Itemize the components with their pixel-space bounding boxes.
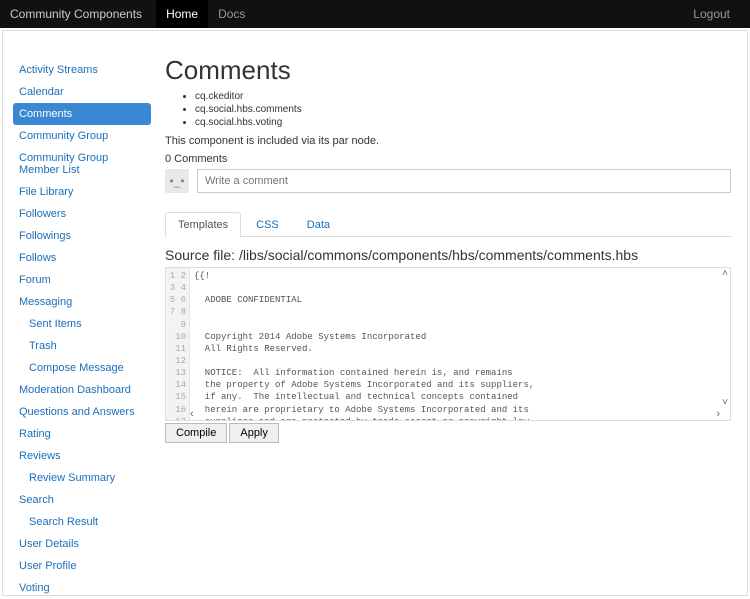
sidebar: Activity StreamsCalendarCommentsCommunit… [13,41,151,585]
apply-button[interactable]: Apply [229,423,279,443]
sidebar-item-voting[interactable]: Voting [13,577,151,599]
page-title: Comments [165,55,731,86]
sidebar-item-community-group[interactable]: Community Group [13,125,151,147]
avatar: •_• [165,169,189,193]
sidebar-item-user-details[interactable]: User Details [13,533,151,555]
sidebar-item-rating[interactable]: Rating [13,423,151,445]
source-file-path: /libs/social/commons/components/hbs/comm… [239,247,638,263]
sidebar-item-sent-items[interactable]: Sent Items [13,313,151,335]
tab-templates[interactable]: Templates [165,212,241,237]
nav-docs[interactable]: Docs [208,0,255,28]
tab-css[interactable]: CSS [243,212,292,237]
sidebar-item-calendar[interactable]: Calendar [13,81,151,103]
code-content[interactable]: {{! ADOBE CONFIDENTIAL Copyright 2014 Ad… [166,268,730,421]
sidebar-item-compose-message[interactable]: Compose Message [13,357,151,379]
scroll-left-icon[interactable]: ‹ [190,408,194,420]
topbar: Community Components Home Docs Logout [0,0,750,28]
clientlib-item: cq.social.hbs.comments [195,103,731,116]
sidebar-item-forum[interactable]: Forum [13,269,151,291]
sidebar-item-messaging[interactable]: Messaging [13,291,151,313]
brand: Community Components [10,7,142,21]
sidebar-item-moderation-dashboard[interactable]: Moderation Dashboard [13,379,151,401]
sidebar-item-comments[interactable]: Comments [13,103,151,125]
nav-home[interactable]: Home [156,0,208,28]
code-editor[interactable]: 1 2 3 4 5 6 7 8 9 10 11 12 13 14 15 16 1… [165,267,731,421]
tabs: Templates CSS Data [165,211,731,237]
tab-data[interactable]: Data [294,212,343,237]
sidebar-item-file-library[interactable]: File Library [13,181,151,203]
sidebar-item-followers[interactable]: Followers [13,203,151,225]
sidebar-item-followings[interactable]: Followings [13,225,151,247]
comments-count: 0 Comments [165,153,731,165]
sidebar-item-follows[interactable]: Follows [13,247,151,269]
avatar-icon: •_• [169,174,184,188]
clientlib-item: cq.ckeditor [195,90,731,103]
sidebar-item-search[interactable]: Search [13,489,151,511]
clientlib-item: cq.social.hbs.voting [195,116,731,129]
scroll-right-icon[interactable]: › [716,408,720,420]
sidebar-item-search-result[interactable]: Search Result [13,511,151,533]
scroll-up-icon[interactable]: ˄ [722,268,728,279]
sidebar-item-activity-streams[interactable]: Activity Streams [13,59,151,81]
sidebar-item-community-group-member-list[interactable]: Community Group Member List [13,147,151,181]
main-content: Comments cq.ckeditorcq.social.hbs.commen… [159,41,737,585]
line-gutter: 1 2 3 4 5 6 7 8 9 10 11 12 13 14 15 16 1… [166,268,190,420]
write-comment-input[interactable] [197,169,731,193]
included-note: This component is included via its par n… [165,135,731,147]
vertical-scrollbar[interactable]: ˄ ˅ [720,268,730,408]
compile-button[interactable]: Compile [165,423,227,443]
nav-logout[interactable]: Logout [683,0,740,28]
clientlibs-list: cq.ckeditorcq.social.hbs.commentscq.soci… [195,90,731,129]
scroll-down-icon[interactable]: ˅ [722,397,728,408]
sidebar-item-questions-and-answers[interactable]: Questions and Answers [13,401,151,423]
sidebar-item-trash[interactable]: Trash [13,335,151,357]
sidebar-item-review-summary[interactable]: Review Summary [13,467,151,489]
source-file-label: Source file: /libs/social/commons/compon… [165,247,731,263]
sidebar-item-user-profile[interactable]: User Profile [13,555,151,577]
sidebar-item-reviews[interactable]: Reviews [13,445,151,467]
horizontal-scrollbar[interactable]: ‹ › [190,408,720,420]
